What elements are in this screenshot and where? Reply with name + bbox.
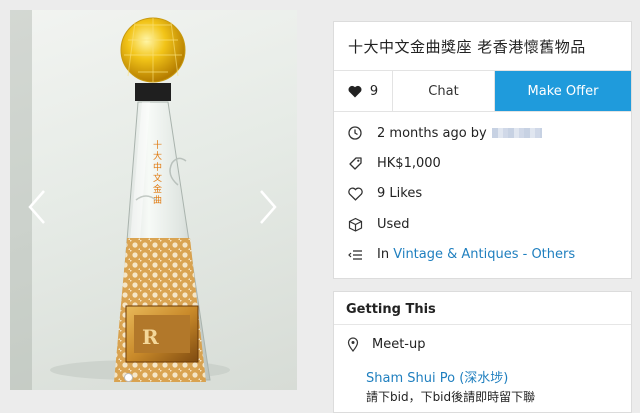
price-row: HK$1,000	[334, 148, 631, 178]
listing-card: 十大中文金曲獎座 老香港懷舊物品 9 Chat Make Offer 2 mon…	[333, 21, 632, 279]
condition-text: Used	[377, 216, 410, 232]
heart-icon	[348, 85, 362, 97]
action-bar: 9 Chat Make Offer	[334, 71, 631, 112]
chevron-right-icon	[260, 190, 277, 224]
category-prefix: In	[377, 247, 390, 263]
location-pin-icon	[346, 337, 360, 352]
meetup-note: 請下bid，下bid後請即時留下聯	[366, 390, 536, 404]
make-offer-button[interactable]: Make Offer	[495, 71, 631, 111]
category-row: In Vintage & Antiques - Others	[334, 240, 631, 270]
posted-text: 2 months ago by	[377, 125, 487, 141]
next-photo-button[interactable]	[253, 185, 283, 229]
seller-name-redacted[interactable]	[491, 128, 542, 139]
list-icon	[347, 247, 363, 263]
price: HK$1,000	[377, 156, 441, 172]
meetup-location-link[interactable]: Sham Shui Po (深水埗)	[334, 352, 631, 386]
condition-row: Used	[334, 209, 631, 239]
price-tag-icon	[347, 156, 363, 172]
listing-photo[interactable]: R 十大中文金曲	[10, 10, 297, 390]
getting-this-card: Getting This Meet-up Sham Shui Po (深水埗) …	[333, 291, 632, 413]
clock-icon	[347, 125, 363, 141]
box-icon	[347, 216, 363, 232]
chat-button[interactable]: Chat	[393, 71, 495, 111]
chevron-left-icon	[28, 190, 45, 224]
trophy-text: 十大中文金曲	[151, 139, 162, 206]
like-button[interactable]: 9	[334, 71, 393, 111]
likes-text: 9 Likes	[377, 186, 423, 202]
meetup-row: Meet-up	[334, 325, 631, 352]
previous-photo-button[interactable]	[22, 185, 52, 229]
category-link[interactable]: Vintage & Antiques - Others	[393, 247, 575, 262]
listing-details: 2 months ago by HK$1,000 9 Likes Used In…	[334, 112, 631, 270]
likes-row: 9 Likes	[334, 179, 631, 209]
meetup-label: Meet-up	[372, 337, 426, 352]
photo-indicator-dot[interactable]	[124, 373, 133, 382]
heart-outline-icon	[347, 186, 363, 202]
listing-title: 十大中文金曲獎座 老香港懷舊物品	[334, 22, 631, 71]
getting-this-title: Getting This	[346, 302, 436, 317]
posted-row: 2 months ago by	[334, 118, 631, 148]
svg-text:R: R	[142, 325, 159, 349]
like-count: 9	[369, 83, 379, 99]
svg-text:十大中文金曲: 十大中文金曲	[151, 139, 162, 206]
